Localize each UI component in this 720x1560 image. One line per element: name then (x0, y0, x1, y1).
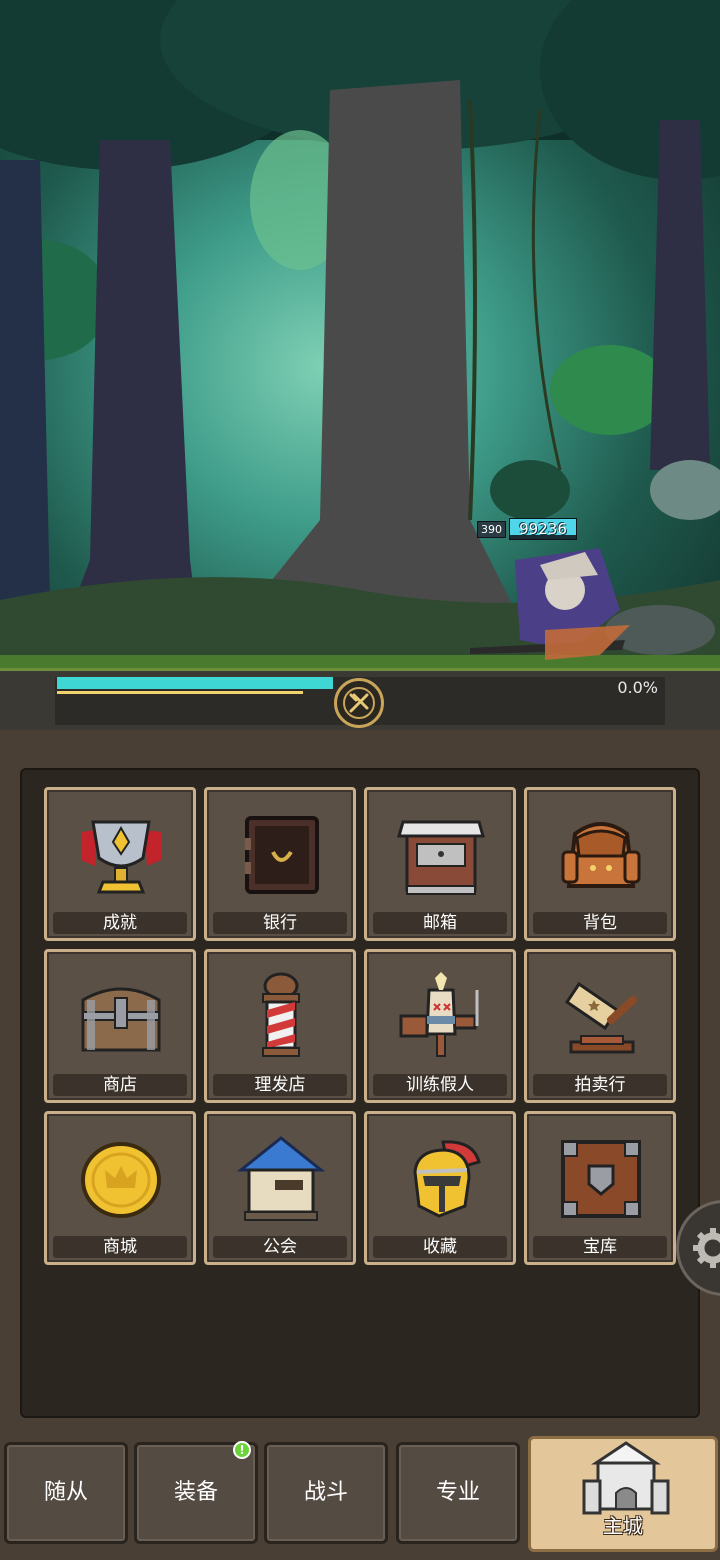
boss-challenge-button[interactable] (334, 678, 384, 728)
tile-label: 商城 (53, 1236, 187, 1258)
training-dummy-icon (399, 972, 479, 1057)
helmet-icon (413, 1140, 481, 1218)
tile-label: 背包 (533, 912, 667, 934)
tile-label: 成就 (53, 912, 187, 934)
tile-vault[interactable]: 宝库 (524, 1111, 676, 1265)
tile-label: 宝库 (533, 1236, 667, 1258)
nav-main-city[interactable]: 主城 (528, 1436, 718, 1552)
tile-bank[interactable]: 银行 (204, 787, 356, 941)
trophy-icon (81, 820, 161, 894)
tile-label: 邮箱 (373, 912, 507, 934)
enemy-hp-bar: 99236 (509, 518, 577, 540)
notification-badge: ! (233, 1441, 251, 1459)
battle-scene: 390 99236 (0, 0, 720, 668)
menu-grid: 成就 银行 邮箱 背包 商店 理发店 训练假人 拍卖行 商城 公会 收藏 宝库 (44, 787, 676, 1265)
tile-label: 商店 (53, 1074, 187, 1096)
tile-barber[interactable]: 理发店 (204, 949, 356, 1103)
nav-followers[interactable]: 随从 (4, 1442, 128, 1544)
tile-shop[interactable]: 商店 (44, 949, 196, 1103)
chest-icon (81, 987, 161, 1052)
tile-achievements[interactable]: 成就 (44, 787, 196, 941)
enemy-hp-display: 390 99236 (477, 518, 577, 540)
forest-background (0, 0, 720, 668)
gavel-icon (564, 981, 637, 1054)
enemy-hp-value: 99236 (519, 520, 567, 538)
vault-crate-icon (561, 1140, 641, 1218)
safe-icon (245, 816, 319, 894)
crossed-swords-icon (343, 687, 375, 719)
gear-icon (693, 1228, 720, 1268)
nav-profession[interactable]: 专业 (396, 1442, 520, 1544)
nav-main-city-label: 主城 (603, 1514, 643, 1538)
nav-battle[interactable]: 战斗 (264, 1442, 388, 1544)
tile-training-dummy[interactable]: 训练假人 (364, 949, 516, 1103)
backpack-icon (561, 822, 641, 888)
tile-label: 训练假人 (373, 1074, 507, 1096)
tile-collection[interactable]: 收藏 (364, 1111, 516, 1265)
tile-guild[interactable]: 公会 (204, 1111, 356, 1265)
progress-percent: 0.0% (617, 678, 658, 697)
panel-divider (0, 730, 720, 760)
mailbox-icon (397, 820, 485, 895)
stage-progress-bar (57, 677, 333, 689)
tile-mall[interactable]: 商城 (44, 1111, 196, 1265)
tile-label: 收藏 (373, 1236, 507, 1258)
tile-label: 理发店 (213, 1074, 347, 1096)
tile-label: 拍卖行 (533, 1074, 667, 1096)
guild-house-icon (236, 1136, 326, 1221)
tile-backpack[interactable]: 背包 (524, 787, 676, 941)
tile-label: 公会 (213, 1236, 347, 1258)
enemy-level: 390 (477, 520, 506, 538)
barber-pole-icon (262, 972, 300, 1057)
gold-coin-icon (81, 1142, 161, 1218)
tile-auction-house[interactable]: 拍卖行 (524, 949, 676, 1103)
tile-label: 银行 (213, 912, 347, 934)
tile-mailbox[interactable]: 邮箱 (364, 787, 516, 941)
secondary-progress-bar (57, 691, 303, 694)
